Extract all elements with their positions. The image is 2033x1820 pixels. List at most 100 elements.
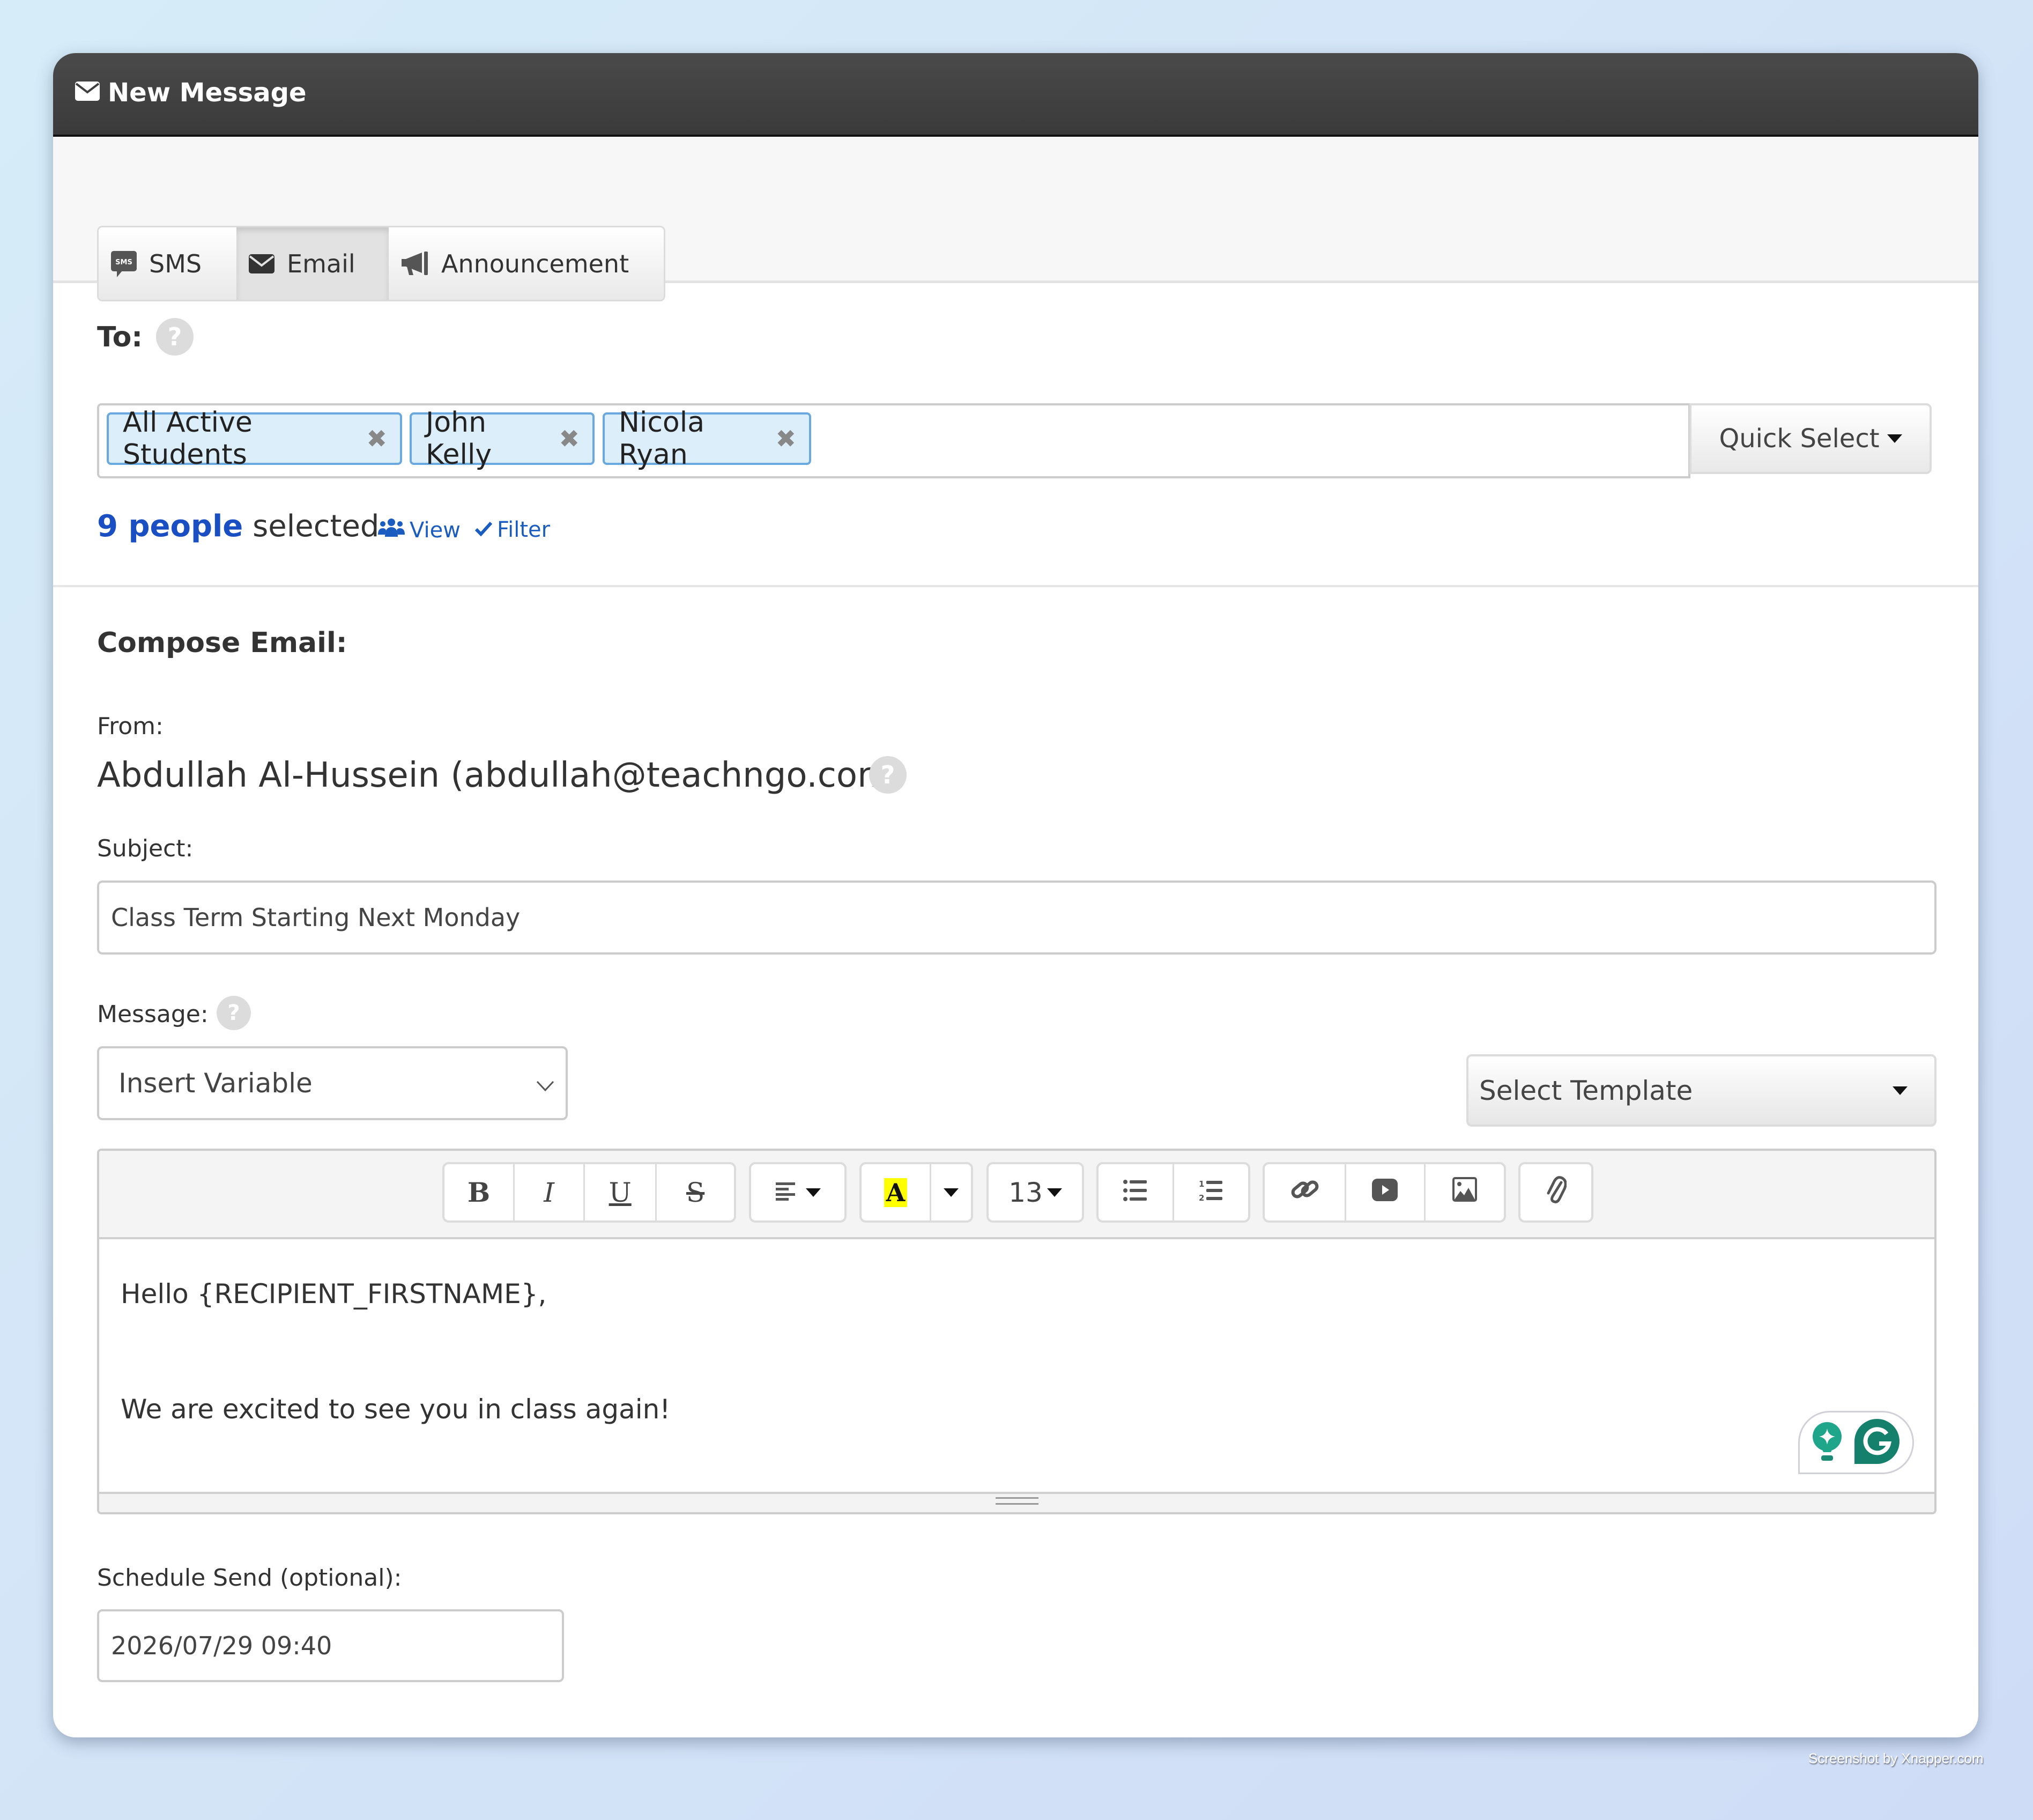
remove-chip-icon[interactable]: ✖ bbox=[366, 424, 387, 453]
numbered-list-button[interactable]: 12 bbox=[1174, 1164, 1248, 1220]
italic-button[interactable]: I bbox=[515, 1164, 585, 1220]
highlight-color-dropdown[interactable] bbox=[931, 1164, 971, 1220]
to-label: To: bbox=[97, 321, 143, 353]
editor-toolbar: B I U S A 13 1 2 bbox=[99, 1151, 1934, 1239]
panel-title-text: New Message bbox=[108, 78, 307, 108]
underline-button[interactable]: U bbox=[585, 1164, 657, 1220]
caret-down-icon bbox=[943, 1188, 959, 1197]
list-group: 12 bbox=[1096, 1162, 1250, 1223]
editor-resize-handle[interactable] bbox=[99, 1492, 1934, 1512]
tab-announcement-label: Announcement bbox=[441, 249, 629, 278]
caret-down-icon bbox=[1887, 434, 1902, 443]
subject-value: Class Term Starting Next Monday bbox=[111, 903, 521, 932]
panel-title: New Message bbox=[75, 78, 307, 108]
svg-text:2: 2 bbox=[1199, 1193, 1204, 1202]
resize-grip-icon bbox=[995, 1497, 1038, 1505]
subject-input[interactable]: Class Term Starting Next Monday bbox=[97, 881, 1936, 955]
view-recipients-link[interactable]: View bbox=[377, 517, 461, 543]
bold-icon: B bbox=[467, 1177, 491, 1208]
recipient-chip: All Active Students ✖ bbox=[107, 406, 402, 471]
highlight-color-group: A bbox=[859, 1162, 973, 1223]
selected-count: 9 people selected bbox=[97, 509, 379, 544]
remove-chip-icon[interactable]: ✖ bbox=[775, 424, 796, 453]
attach-button-content bbox=[1520, 1164, 1591, 1220]
schedule-value: 2026/07/29 09:40 bbox=[111, 1631, 332, 1660]
highlight-color-icon: A bbox=[884, 1178, 908, 1207]
caret-down-icon bbox=[806, 1188, 821, 1197]
tab-announcement[interactable]: Announcement bbox=[389, 227, 664, 300]
selected-count-number: 9 people bbox=[97, 509, 243, 544]
attach-file-button[interactable] bbox=[1518, 1162, 1593, 1223]
message-label: Message: bbox=[97, 1001, 209, 1028]
font-size-dropdown[interactable]: 13 bbox=[986, 1162, 1084, 1223]
quick-select-button[interactable]: Quick Select bbox=[1689, 403, 1932, 474]
link-icon bbox=[1290, 1176, 1320, 1209]
envelope-icon bbox=[75, 78, 100, 108]
watermark: Screenshot by Xnapper.com bbox=[1808, 1750, 1984, 1766]
message-help-icon[interactable]: ? bbox=[217, 996, 251, 1030]
schedule-send-input[interactable]: 2026/07/29 09:40 bbox=[97, 1609, 564, 1682]
insert-video-button[interactable] bbox=[1346, 1164, 1426, 1220]
text-style-group: B I U S bbox=[442, 1162, 736, 1223]
image-icon bbox=[1452, 1177, 1477, 1208]
view-label: View bbox=[410, 518, 461, 543]
font-size-button-content: 13 bbox=[989, 1164, 1082, 1220]
lightbulb-icon bbox=[1812, 1421, 1843, 1464]
envelope-icon bbox=[248, 254, 275, 274]
italic-icon: I bbox=[544, 1177, 554, 1208]
schedule-label: Schedule Send (optional): bbox=[97, 1564, 402, 1592]
tab-email-label: Email bbox=[287, 249, 355, 278]
insert-media-group bbox=[1263, 1162, 1506, 1223]
channel-tabs-area: SMS SMS Email Announcement bbox=[53, 137, 1978, 301]
font-size-value: 13 bbox=[1008, 1177, 1043, 1208]
recipient-chip-label: All Active Students bbox=[123, 406, 253, 471]
panel-header: New Message bbox=[53, 53, 1978, 137]
svg-text:1: 1 bbox=[1199, 1179, 1204, 1189]
select-template-label: Select Template bbox=[1479, 1075, 1693, 1106]
paperclip-icon bbox=[1545, 1175, 1567, 1210]
insert-link-button[interactable] bbox=[1265, 1164, 1347, 1220]
numbered-list-icon: 12 bbox=[1199, 1177, 1223, 1208]
tab-sms[interactable]: SMS SMS bbox=[99, 227, 236, 300]
users-icon bbox=[377, 517, 405, 543]
quick-select-label: Quick Select bbox=[1719, 424, 1880, 454]
recipient-chip-label: Nicola Ryan bbox=[619, 406, 705, 471]
insert-image-button[interactable] bbox=[1426, 1164, 1504, 1220]
bullet-list-icon bbox=[1123, 1177, 1148, 1208]
filter-recipients-link[interactable]: Filter bbox=[474, 517, 550, 542]
recipients-input[interactable]: All Active Students ✖ John Kelly ✖ Nicol… bbox=[97, 403, 1690, 478]
new-message-panel: New Message SMS SMS Email Announcement T… bbox=[53, 53, 1978, 1737]
section-divider bbox=[53, 585, 1978, 587]
message-body-line[interactable]: Hello {RECIPIENT_FIRSTNAME}, bbox=[121, 1278, 546, 1309]
grammarly-g-icon bbox=[1853, 1418, 1901, 1467]
check-icon bbox=[474, 517, 493, 542]
from-help-icon[interactable]: ? bbox=[869, 756, 907, 794]
bullet-list-button[interactable] bbox=[1099, 1164, 1174, 1220]
insert-variable-select[interactable]: Insert Variable bbox=[97, 1046, 568, 1120]
to-help-icon[interactable]: ? bbox=[156, 318, 194, 356]
recipient-chip-label: John Kelly bbox=[426, 406, 492, 471]
remove-chip-icon[interactable]: ✖ bbox=[559, 424, 580, 453]
bold-button[interactable]: B bbox=[444, 1164, 515, 1220]
highlight-color-button[interactable]: A bbox=[862, 1164, 931, 1220]
recipient-chip: Nicola Ryan ✖ bbox=[603, 406, 811, 471]
tab-email[interactable]: Email bbox=[236, 227, 389, 300]
tab-sms-label: SMS bbox=[149, 249, 202, 278]
bullhorn-icon bbox=[400, 251, 429, 276]
align-dropdown[interactable] bbox=[749, 1162, 847, 1223]
svg-text:SMS: SMS bbox=[115, 258, 132, 267]
video-icon bbox=[1371, 1177, 1398, 1208]
caret-down-icon bbox=[1893, 1086, 1908, 1095]
from-label: From: bbox=[97, 713, 164, 740]
message-body-line[interactable]: We are excited to see you in class again… bbox=[121, 1394, 670, 1425]
recipient-chip: John Kelly ✖ bbox=[410, 406, 595, 471]
subject-label: Subject: bbox=[97, 835, 194, 862]
select-template-dropdown[interactable]: Select Template bbox=[1466, 1054, 1936, 1127]
filter-label: Filter bbox=[497, 517, 551, 542]
underline-icon: U bbox=[609, 1177, 632, 1208]
sms-icon: SMS bbox=[110, 250, 137, 277]
strikethrough-button[interactable]: S bbox=[657, 1164, 734, 1220]
grammarly-widget[interactable] bbox=[1798, 1411, 1914, 1474]
selected-count-suffix: selected bbox=[243, 509, 380, 544]
align-button-content bbox=[751, 1164, 844, 1220]
